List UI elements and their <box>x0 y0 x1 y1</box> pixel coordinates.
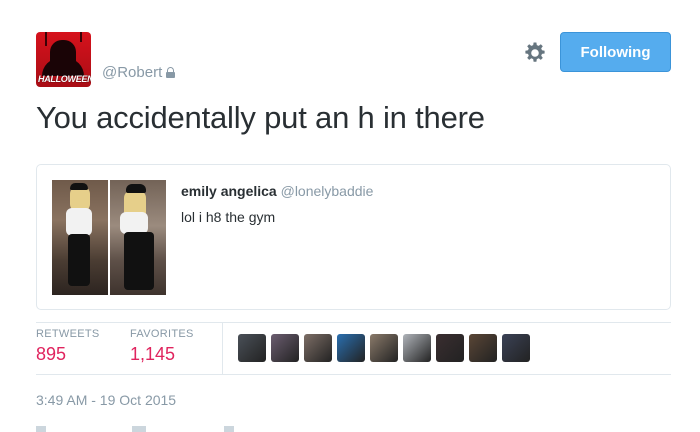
favoriter-avatar[interactable] <box>403 334 431 362</box>
photo-figure-cap <box>70 183 88 190</box>
photo-figure-top <box>120 212 148 234</box>
quoted-author[interactable]: emily angelica @lonelybaddie <box>181 183 373 199</box>
lock-icon <box>166 67 176 78</box>
favoriter-avatar[interactable] <box>502 334 530 362</box>
reply-icon[interactable] <box>36 426 46 432</box>
quoted-tweet[interactable]: emily angelica @lonelybaddie lol i h8 th… <box>36 164 671 310</box>
quoted-photo[interactable] <box>52 180 108 295</box>
photo-figure-cap <box>126 184 146 193</box>
favoriter-avatar[interactable] <box>304 334 332 362</box>
avatar[interactable]: HALLOWEEN <box>36 32 91 87</box>
favoriter-avatars <box>238 334 530 362</box>
following-button[interactable]: Following <box>560 32 671 72</box>
quoted-author-name[interactable]: emily angelica <box>181 183 277 199</box>
stats-bottom-divider <box>36 374 671 375</box>
photo-figure-legs <box>124 232 154 290</box>
author-row[interactable]: @Robert <box>102 64 176 81</box>
retweets-stat[interactable]: RETWEETS 895 <box>36 328 100 365</box>
tweet-timestamp[interactable]: 3:49 AM - 19 Oct 2015 <box>36 392 176 408</box>
avatar-drip <box>80 32 82 42</box>
photo-figure-top <box>66 208 92 236</box>
retweet-icon[interactable] <box>132 426 146 432</box>
gear-icon[interactable] <box>523 41 547 65</box>
quoted-photo[interactable] <box>110 180 166 295</box>
stats-vertical-divider <box>222 322 223 374</box>
favoriter-avatar[interactable] <box>436 334 464 362</box>
retweets-label: RETWEETS <box>36 328 100 340</box>
tweet-text: You accidentally put an h in there <box>36 100 485 135</box>
retweets-count[interactable]: 895 <box>36 344 100 365</box>
favorite-icon[interactable] <box>224 426 234 432</box>
avatar-word: HALLOWEEN <box>38 74 91 84</box>
favoriter-avatar[interactable] <box>370 334 398 362</box>
author-handle[interactable]: @Robert <box>102 64 162 81</box>
photo-figure-legs <box>68 234 90 286</box>
favoriter-avatar[interactable] <box>238 334 266 362</box>
favorites-count[interactable]: 1,145 <box>130 344 194 365</box>
favoriter-avatar[interactable] <box>469 334 497 362</box>
favorites-stat[interactable]: FAVORITES 1,145 <box>130 328 194 365</box>
avatar-drip <box>45 32 47 46</box>
quoted-author-handle[interactable]: @lonelybaddie <box>281 183 374 199</box>
favorites-label: FAVORITES <box>130 328 194 340</box>
favoriter-avatar[interactable] <box>271 334 299 362</box>
quoted-tweet-text: lol i h8 the gym <box>181 209 276 225</box>
stats-top-divider <box>36 322 671 323</box>
favoriter-avatar[interactable] <box>337 334 365 362</box>
